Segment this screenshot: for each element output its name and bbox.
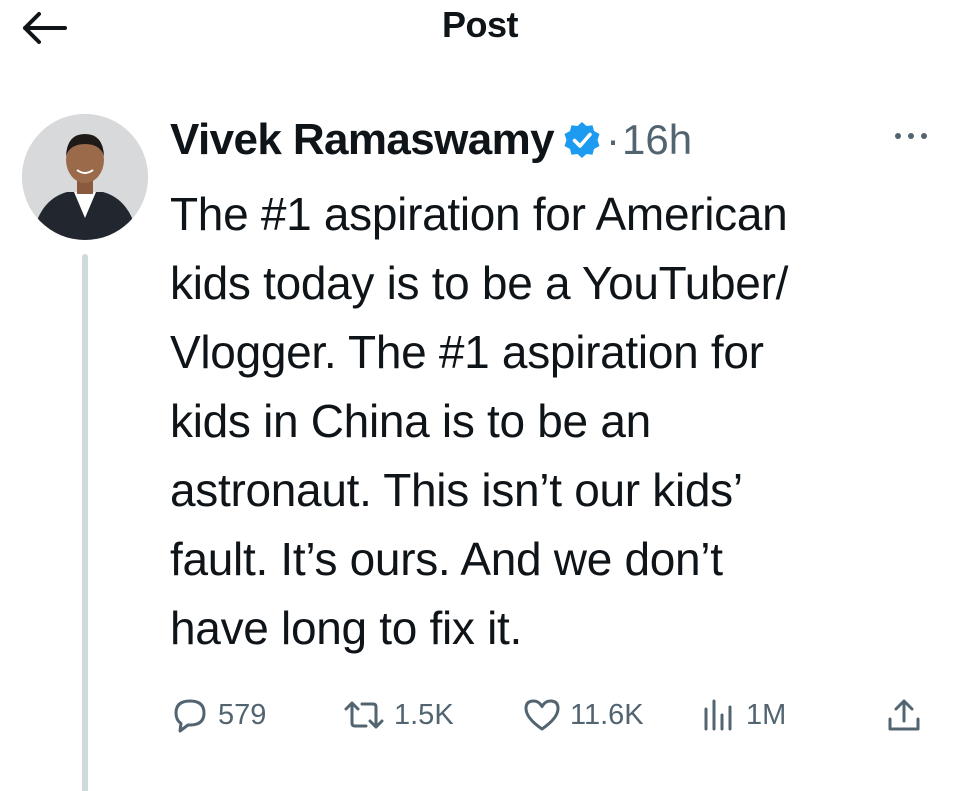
heart-icon: [524, 699, 560, 731]
view-count: 1M: [746, 698, 787, 731]
bar-chart-icon: [704, 699, 732, 731]
separator-dot: ·: [606, 116, 621, 163]
post-text-line: astronaut. This isn’t our kids’: [170, 464, 743, 516]
share-upload-icon: [888, 699, 920, 731]
post-text-line: kids in China is to be an: [170, 395, 651, 447]
post-page: Post Vivek Ramaswamy · 16h The #1 aspira…: [0, 0, 960, 791]
reply-button[interactable]: 579: [170, 690, 266, 740]
post-text-line: have long to fix it.: [170, 602, 522, 654]
like-button[interactable]: 11.6K: [522, 690, 644, 740]
post-action-bar: 579 1.5K 11.6K 1M: [170, 690, 940, 740]
post-author-row: Vivek Ramaswamy · 16h: [170, 108, 692, 172]
avatar-image: [22, 114, 148, 240]
more-options-button[interactable]: [886, 124, 936, 148]
repost-count: 1.5K: [394, 698, 454, 731]
page-title: Post: [441, 4, 519, 45]
verified-badge-icon: [564, 122, 600, 158]
repost-icon: [344, 701, 384, 729]
repost-button[interactable]: 1.5K: [342, 690, 454, 740]
post-text-line: The #1 aspiration for American: [170, 188, 788, 240]
post-text-line: Vlogger. The #1 aspiration for: [170, 326, 764, 378]
reply-bubble-icon: [174, 699, 206, 733]
post-text-line: fault. It’s ours. And we don’t: [170, 533, 723, 585]
post-time[interactable]: 16h: [622, 116, 692, 164]
post-text-line: kids today is to be a YouTuber/: [170, 257, 789, 309]
reply-count: 579: [218, 698, 267, 731]
share-button[interactable]: [884, 690, 924, 740]
like-count: 11.6K: [570, 698, 644, 731]
author-avatar[interactable]: [22, 114, 148, 240]
author-name[interactable]: Vivek Ramaswamy: [170, 115, 555, 165]
post-text: The #1 aspiration for American kids toda…: [170, 180, 945, 663]
more-horizontal-icon: [895, 133, 927, 139]
thread-line: [82, 254, 88, 791]
views-button[interactable]: 1M: [698, 690, 786, 740]
